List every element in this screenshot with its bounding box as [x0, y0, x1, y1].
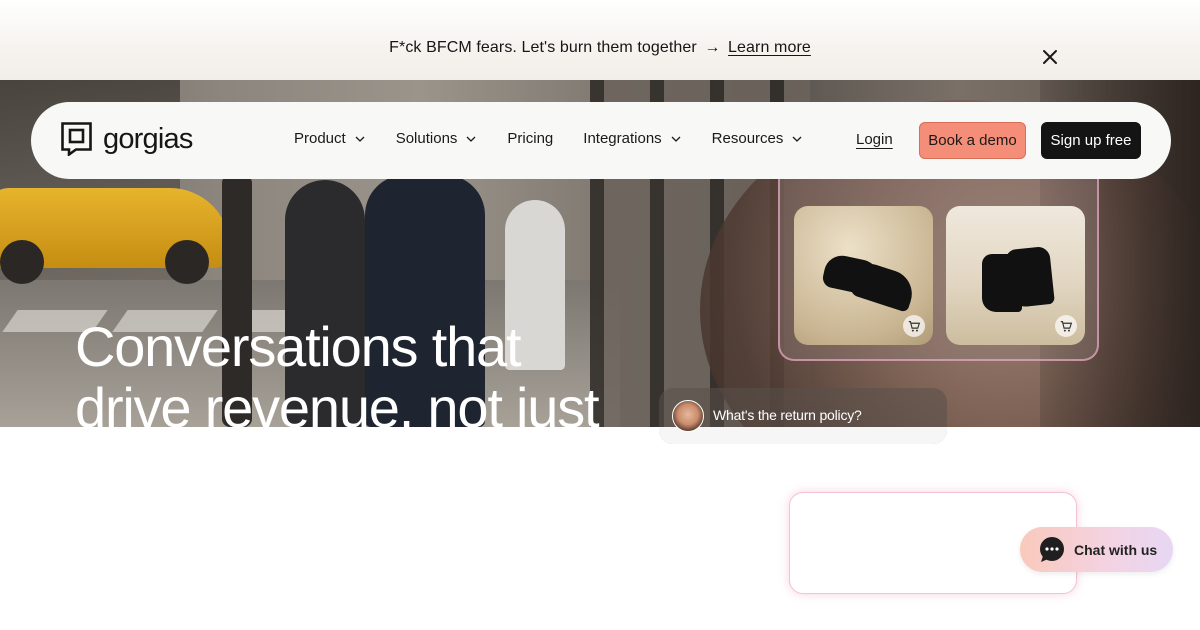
bubble-fade: [659, 427, 947, 444]
avatar: [672, 400, 704, 432]
arrow-right-icon: →: [704, 39, 721, 56]
question-text: What's the return policy?: [713, 407, 862, 423]
nav-item-label: Product: [294, 130, 346, 147]
nav-item-integrations[interactable]: Integrations: [583, 130, 681, 147]
chevron-down-icon: [355, 136, 365, 142]
nav-item-pricing[interactable]: Pricing: [507, 130, 553, 147]
announcement-text: F*ck BFCM fears. Let's burn them togethe…: [389, 39, 811, 57]
announcement-bar: F*ck BFCM fears. Let's burn them togethe…: [0, 0, 1200, 80]
learn-more-link[interactable]: Learn more: [728, 39, 811, 56]
main-navigation: gorgias Product Solutions Pricing Integr…: [31, 102, 1171, 179]
cart-icon: [1060, 320, 1072, 332]
loafer-image: [847, 259, 919, 313]
close-icon[interactable]: [1038, 45, 1062, 69]
chevron-down-icon: [792, 136, 802, 142]
chevron-down-icon: [671, 136, 681, 142]
add-to-cart-button[interactable]: [1055, 315, 1077, 337]
customer-question-bubble: What's the return policy?: [659, 388, 947, 444]
product-card: [778, 168, 1099, 361]
announcement-message: F*ck BFCM fears. Let's burn them togethe…: [389, 39, 697, 56]
cart-icon: [908, 320, 920, 332]
hero-headline-line2: drive revenue, not just: [75, 376, 600, 427]
taxi-wheel: [0, 240, 44, 284]
nav-item-label: Solutions: [395, 130, 458, 147]
hero-headline-line1: Conversations that: [75, 316, 522, 378]
chat-with-us-button[interactable]: Chat with us: [1020, 527, 1173, 572]
book-demo-button[interactable]: Book a demo: [919, 122, 1026, 159]
chevron-down-icon: [466, 136, 476, 142]
boot-image: [1005, 245, 1055, 309]
nav-item-resources[interactable]: Resources: [712, 130, 804, 147]
product-tile-boot[interactable]: [946, 206, 1085, 345]
chat-widget-label: Chat with us: [1074, 541, 1158, 558]
nav-item-label: Resources: [711, 130, 784, 147]
nav-item-product[interactable]: Product: [294, 130, 366, 147]
nav-item-label: Pricing: [507, 130, 554, 147]
product-tile-loafer[interactable]: [794, 206, 933, 345]
nav-item-solutions[interactable]: Solutions: [396, 130, 478, 147]
hero-headline: Conversations that drive revenue, not ju…: [75, 316, 635, 427]
add-to-cart-button[interactable]: [903, 315, 925, 337]
login-link[interactable]: Login: [856, 131, 893, 148]
logo-text: gorgias: [103, 122, 193, 155]
logo[interactable]: gorgias: [61, 122, 193, 156]
taxi-wheel: [165, 240, 209, 284]
nav-item-label: Integrations: [583, 130, 662, 147]
nav-menu: Product Solutions Pricing Integrations R…: [294, 130, 833, 147]
sign-up-button[interactable]: Sign up free: [1041, 122, 1141, 159]
gorgias-logo-icon: [61, 122, 92, 156]
chat-bubble-icon: [1040, 536, 1064, 562]
